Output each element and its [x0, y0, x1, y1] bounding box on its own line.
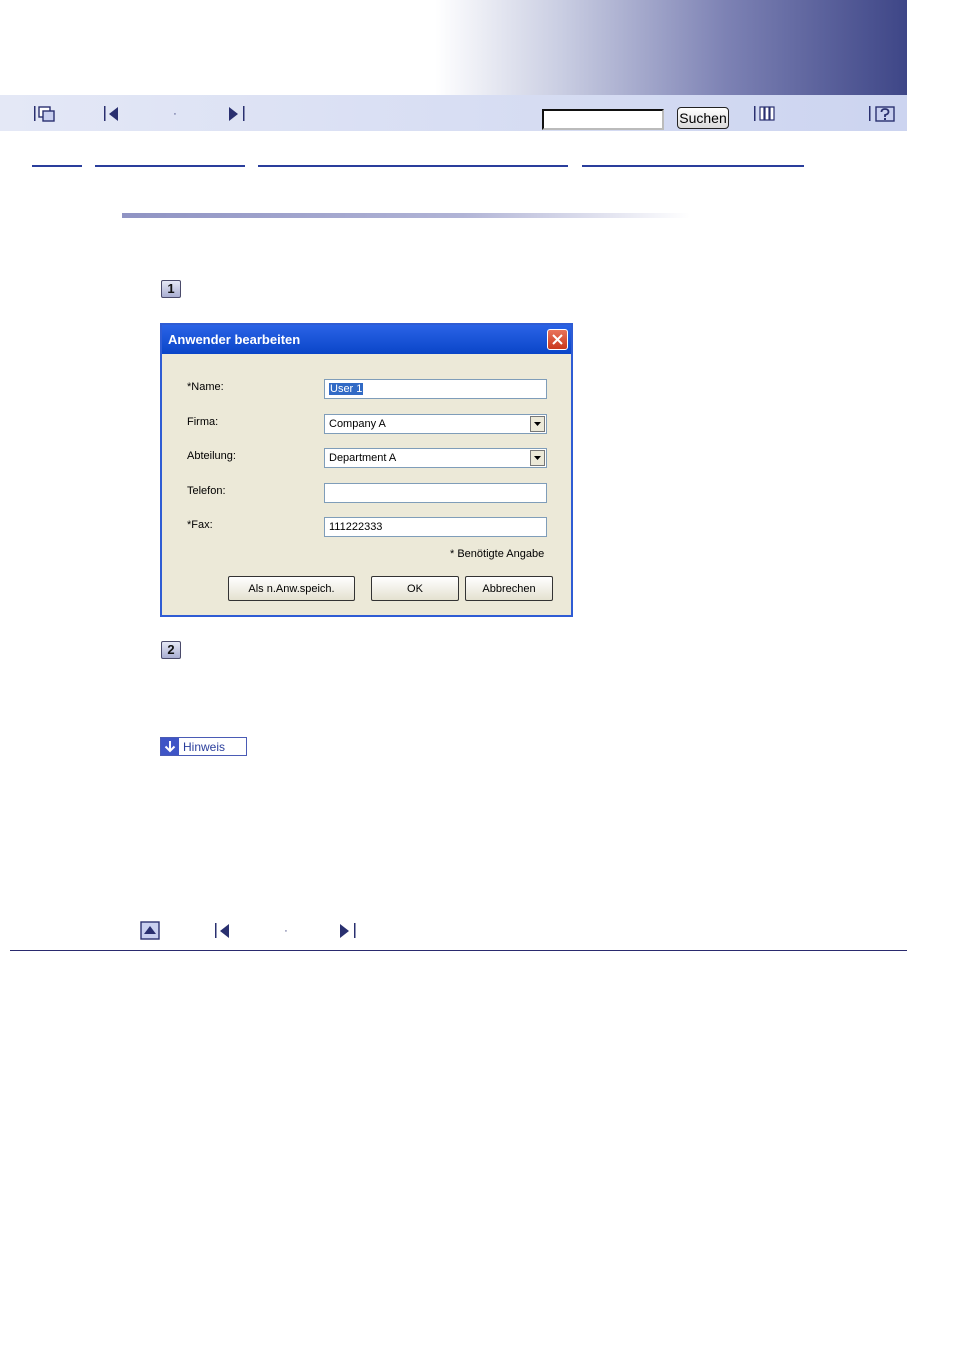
footer-next-page-icon[interactable]	[337, 921, 359, 941]
name-label: *Name:	[187, 381, 224, 393]
chevron-down-icon[interactable]	[530, 416, 545, 432]
help-icon[interactable]	[869, 104, 897, 124]
index-icon[interactable]	[754, 104, 778, 124]
note-toggle-button[interactable]: Hinweis	[160, 737, 247, 756]
footer-previous-page-icon[interactable]	[213, 921, 233, 941]
dialog-title: Anwender bearbeiten	[168, 332, 301, 347]
footer-divider	[10, 950, 907, 951]
footer-separator-dot: ·	[284, 925, 288, 937]
company-select-value: Company A	[329, 418, 386, 430]
separator-dot: ·	[173, 108, 177, 120]
ok-button[interactable]: OK	[371, 576, 459, 601]
name-field-value: User 1	[329, 383, 364, 395]
fax-label: *Fax:	[187, 519, 213, 531]
required-note: * Benötigte Angabe	[450, 548, 545, 560]
department-label: Abteilung:	[187, 450, 236, 462]
company-label: Firma:	[187, 416, 219, 428]
previous-page-icon[interactable]	[102, 104, 122, 124]
department-select-value: Department A	[329, 452, 397, 464]
next-page-icon[interactable]	[226, 104, 248, 124]
step-number-1: 1	[161, 280, 181, 298]
fax-field[interactable]: 111222333	[324, 517, 547, 537]
name-field[interactable]: User 1	[324, 379, 547, 399]
phone-label: Telefon:	[187, 485, 226, 497]
cancel-button[interactable]: Abbrechen	[465, 576, 553, 601]
title-underline	[122, 213, 690, 218]
department-select[interactable]: Department A	[324, 448, 547, 468]
breadcrumb-link-1[interactable]	[32, 165, 82, 167]
breadcrumb-link-3[interactable]	[258, 165, 568, 167]
back-to-top-icon[interactable]	[140, 921, 160, 941]
step-number-2: 2	[161, 641, 181, 659]
company-select[interactable]: Company A	[324, 414, 547, 434]
breadcrumb-link-4[interactable]	[582, 165, 804, 167]
dialog-titlebar: Anwender bearbeiten	[162, 325, 571, 354]
arrow-down-icon	[161, 738, 179, 755]
chevron-down-icon[interactable]	[530, 450, 545, 466]
search-button[interactable]: Suchen	[677, 107, 729, 129]
top-page-icon[interactable]	[34, 104, 58, 124]
close-icon[interactable]	[547, 329, 568, 350]
note-label: Hinweis	[183, 739, 226, 754]
search-input[interactable]	[542, 109, 664, 130]
save-as-new-user-button[interactable]: Als n.Anw.speich.	[228, 576, 355, 601]
breadcrumb-link-2[interactable]	[95, 165, 245, 167]
phone-field[interactable]	[324, 483, 547, 503]
edit-user-dialog: Anwender bearbeiten *Name: User 1 Firma:…	[160, 323, 573, 617]
header-banner	[0, 0, 907, 95]
